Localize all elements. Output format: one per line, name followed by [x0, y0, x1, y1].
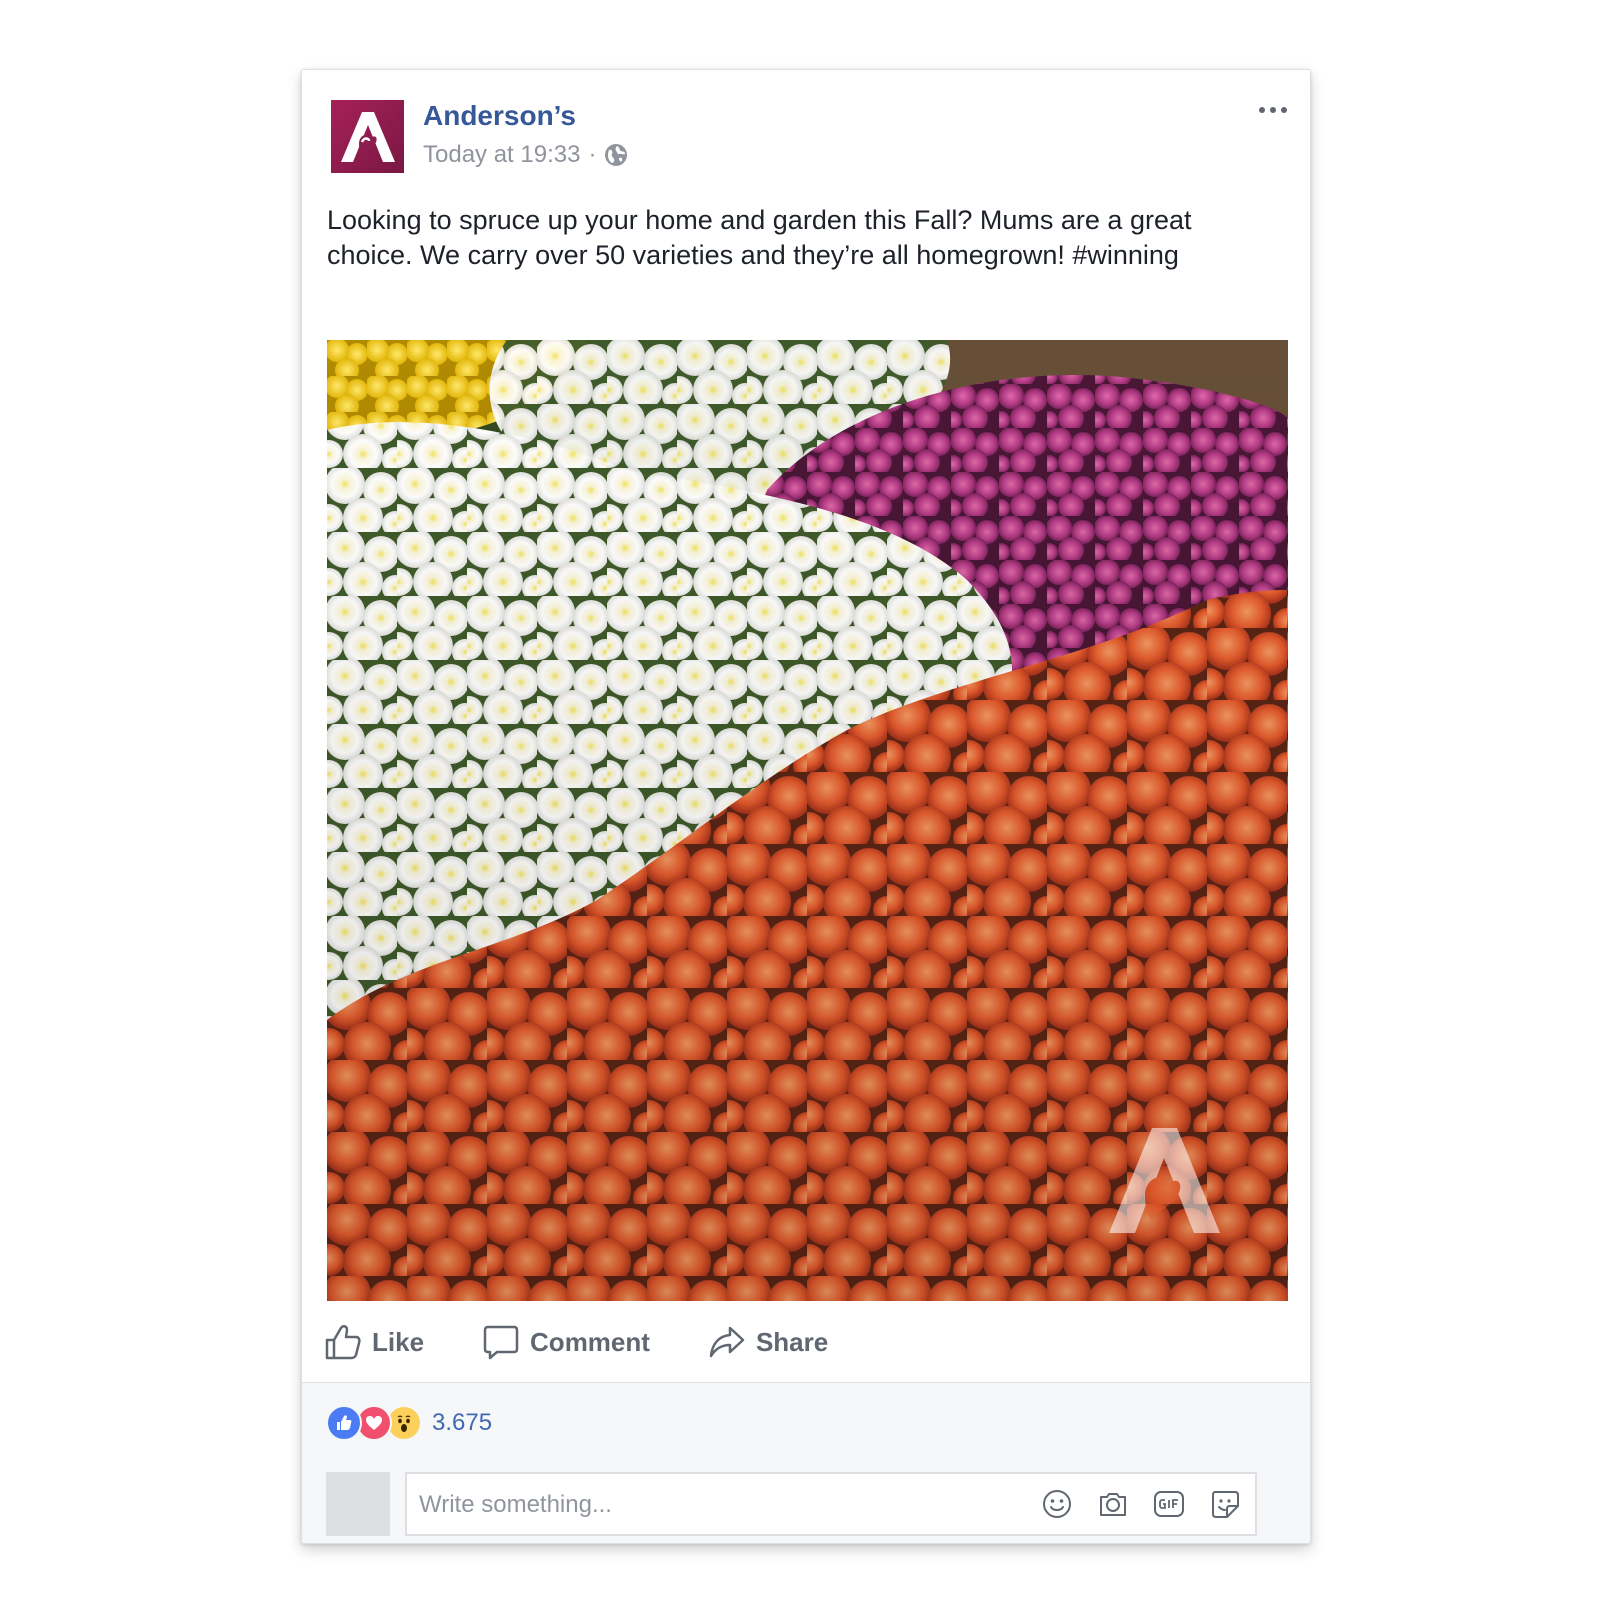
reaction-count[interactable]: 3.675 [432, 1409, 492, 1437]
page-avatar[interactable] [331, 100, 404, 173]
speech-bubble-icon [483, 1325, 519, 1360]
emoji-icon[interactable] [1041, 1488, 1073, 1520]
like-label: Like [372, 1326, 425, 1357]
mums-photo [327, 340, 1288, 1301]
thumbs-up-icon [325, 1325, 361, 1360]
post-meta: Today at 19:33 · [423, 141, 628, 169]
comment-tools [1041, 1488, 1241, 1520]
commenter-avatar [326, 1472, 390, 1536]
comment-input[interactable] [417, 1474, 1021, 1536]
post-text: Looking to spruce up your home and garde… [327, 205, 1192, 270]
camera-icon[interactable] [1097, 1488, 1129, 1520]
post-actions: Like Comment Share [324, 1319, 886, 1365]
share-arrow-icon [709, 1326, 745, 1358]
share-button[interactable]: Share [708, 1323, 828, 1361]
comment-label: Comment [530, 1326, 650, 1357]
more-options-icon[interactable] [1256, 102, 1290, 118]
comment-button[interactable]: Comment [482, 1323, 650, 1361]
page-name[interactable]: Anderson’s [423, 100, 576, 132]
post-photo[interactable] [327, 340, 1288, 1301]
globe-icon[interactable] [604, 143, 628, 167]
like-button[interactable]: Like [324, 1323, 424, 1361]
post-timestamp[interactable]: Today at 19:33 [423, 141, 580, 169]
reactions-summary[interactable]: 3.675 [326, 1405, 492, 1441]
comment-box [405, 1472, 1257, 1536]
andersons-logo [331, 100, 404, 173]
post-footer: 3.675 [302, 1382, 1310, 1543]
sticker-icon[interactable] [1209, 1488, 1241, 1520]
gif-icon[interactable] [1153, 1488, 1185, 1520]
like-reaction-icon [326, 1405, 362, 1441]
share-label: Share [755, 1326, 829, 1357]
facebook-post-card: Anderson’s Today at 19:33 · Looking to s… [301, 69, 1311, 1544]
meta-separator: · [588, 141, 597, 168]
